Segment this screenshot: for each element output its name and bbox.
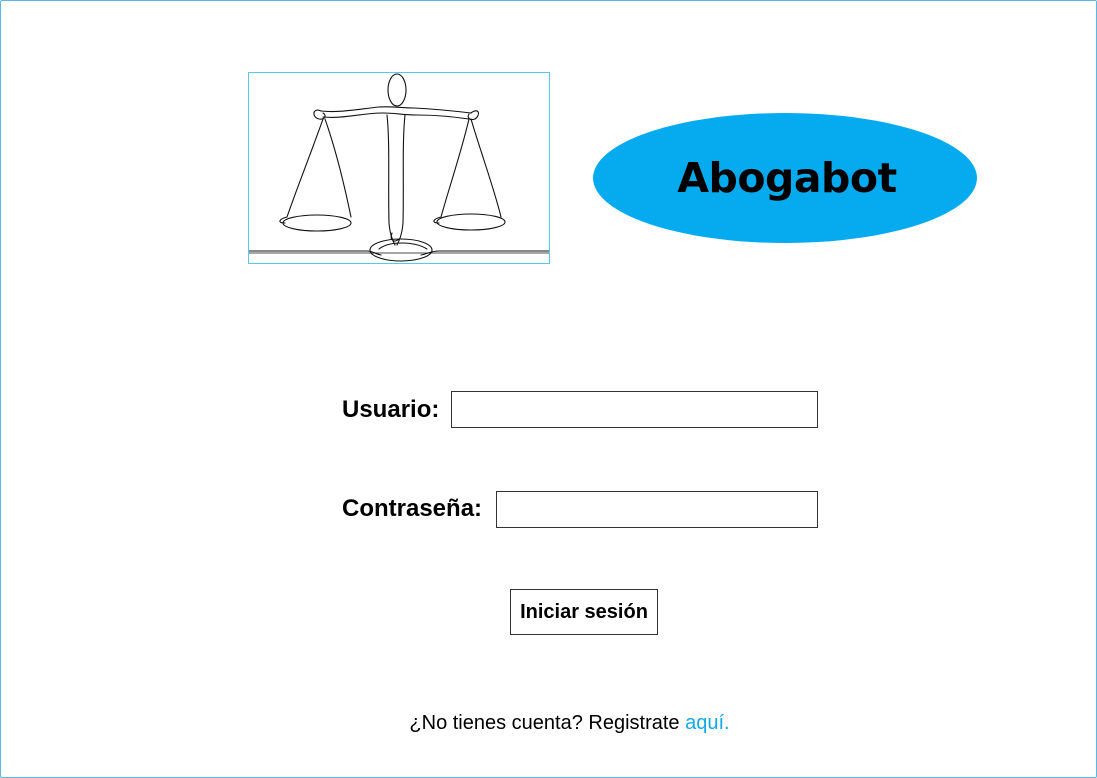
register-link[interactable]: aquí. — [685, 712, 729, 734]
logo-image — [248, 72, 550, 264]
brand-title: Abogabot — [677, 154, 897, 202]
register-prompt-text: ¿No tienes cuenta? Registrate — [409, 712, 686, 734]
username-label: Usuario: — [342, 396, 440, 423]
username-input[interactable] — [451, 391, 818, 428]
brand-badge: Abogabot — [593, 113, 977, 243]
password-label: Contraseña: — [342, 495, 483, 522]
login-button[interactable]: Iniciar sesión — [510, 589, 658, 635]
register-prompt: ¿No tienes cuenta? Registrate aquí. — [0, 708, 1097, 738]
scales-of-justice-icon — [249, 73, 549, 262]
password-input[interactable] — [496, 491, 818, 528]
